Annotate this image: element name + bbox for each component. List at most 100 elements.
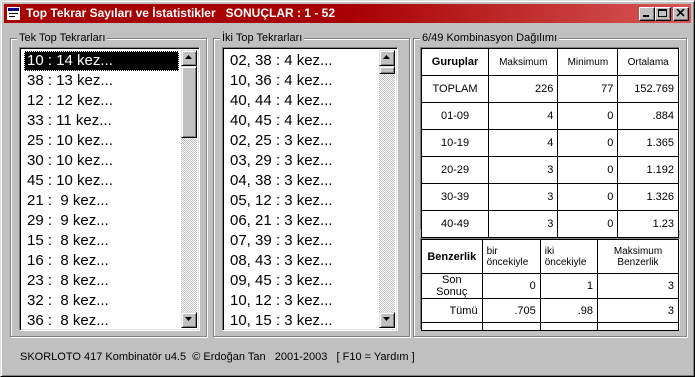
table-row: 40-49 3 0 1.23: [420, 210, 679, 238]
list-item[interactable]: 30 : 10 kez...: [24, 151, 179, 171]
list-item[interactable]: 10, 15 : 3 kez...: [227, 311, 377, 330]
table-row: 20-29 3 0 1.192: [420, 156, 679, 184]
list-item[interactable]: 21 : 9 kez...: [24, 191, 179, 211]
avg-value: 1.365: [617, 129, 679, 157]
double-scroll-up-button[interactable]: [379, 50, 395, 66]
arrow-down-icon: [383, 317, 390, 321]
list-item[interactable]: 25 : 10 kez...: [24, 131, 179, 151]
close-button[interactable]: [673, 7, 689, 21]
arrow-up-icon: [185, 55, 192, 59]
list-item[interactable]: 40, 44 : 4 kez...: [227, 91, 377, 111]
row-label: 10-19: [420, 129, 490, 157]
row-label: 20-29: [420, 156, 490, 184]
prev1-value: .705: [481, 298, 541, 323]
title-bar[interactable]: Top Tekrar Sayıları ve İstatistikler SON…: [4, 4, 691, 23]
distribution-label: 6/49 Kombinasyon Dağılımı: [420, 32, 560, 44]
min-value: 0: [557, 129, 619, 157]
distribution-header-max: Maksimum: [488, 48, 559, 76]
single-scroll-thumb[interactable]: [181, 66, 197, 138]
list-item[interactable]: 10, 36 : 4 kez...: [227, 71, 377, 91]
max-value: 3: [488, 183, 559, 211]
minimize-button[interactable]: [639, 7, 655, 21]
list-item[interactable]: 05, 12 : 3 kez...: [227, 191, 377, 211]
row-label: Tümü: [421, 298, 483, 323]
avg-value: 1.192: [617, 156, 679, 184]
minimize-icon: [643, 15, 649, 17]
similarity-header-label: Benzerlik: [421, 239, 483, 274]
main-window: Top Tekrar Sayıları ve İstatistikler SON…: [0, 0, 695, 377]
single-scrollbar[interactable]: [181, 50, 197, 328]
similarity-header-prev1: bir öncekiyle: [481, 239, 541, 274]
list-item[interactable]: 10 : 14 kez...: [24, 51, 179, 71]
list-item[interactable]: 03, 29 : 3 kez...: [227, 151, 377, 171]
window-title: Top Tekrar Sayıları ve İstatistikler SON…: [26, 6, 335, 20]
close-icon: [676, 9, 685, 17]
list-item[interactable]: 02, 25 : 3 kez...: [227, 131, 377, 151]
list-item[interactable]: 32 : 8 kez...: [24, 291, 179, 311]
min-value: 0: [557, 183, 619, 211]
table-row: TOPLAM 226 77 152.769: [420, 75, 679, 103]
max-value: 4: [488, 102, 559, 130]
maximize-icon: [658, 9, 667, 17]
list-item[interactable]: 12 : 12 kez...: [24, 91, 179, 111]
min-value: 0: [557, 156, 619, 184]
list-item[interactable]: 06, 21 : 3 kez...: [227, 211, 377, 231]
min-value: 0: [557, 210, 619, 238]
prev2-value: 1: [539, 273, 599, 299]
arrow-up-icon: [383, 55, 390, 59]
double-scroll-down-button[interactable]: [379, 312, 395, 328]
table-row-empty: [421, 322, 679, 331]
status-text: SKORLOTO 417 Kombinatör u4.5 © Erdoğan T…: [20, 351, 415, 363]
list-item[interactable]: 29 : 9 kez...: [24, 211, 179, 231]
single-scroll-up-button[interactable]: [181, 50, 197, 66]
max-value: 226: [488, 75, 559, 103]
table-row: 30-39 3 0 1.326: [420, 183, 679, 211]
maximize-button[interactable]: [655, 7, 671, 21]
double-repeats-list[interactable]: 02, 38 : 4 kez... 10, 36 : 4 kez... 40, 44…: [222, 47, 398, 331]
arrow-down-icon: [185, 317, 192, 321]
max-similarity-value: 3: [597, 298, 679, 323]
table-row: 10-19 4 0 1.365: [420, 129, 679, 157]
distribution-header-groups: Guruplar: [420, 48, 490, 76]
avg-value: 152.769: [617, 75, 679, 103]
distribution-table: Guruplar Maksimum Minimum Ortalama TOPLA…: [420, 48, 679, 247]
list-item[interactable]: 07, 39 : 3 kez...: [227, 231, 377, 251]
prev1-value: 0: [481, 273, 541, 299]
min-value: 77: [557, 75, 619, 103]
max-value: 4: [488, 129, 559, 157]
double-scroll-thumb[interactable]: [379, 66, 395, 74]
list-item[interactable]: 04, 38 : 3 kez...: [227, 171, 377, 191]
row-label: 30-39: [420, 183, 490, 211]
app-icon: [7, 7, 20, 20]
list-item[interactable]: 16 : 8 kez...: [24, 251, 179, 271]
table-row: 01-09 4 0 .884: [420, 102, 679, 130]
avg-value: .884: [617, 102, 679, 130]
similarity-header-prev2: iki öncekiyle: [539, 239, 599, 274]
distribution-header-avg: Ortalama: [617, 48, 679, 76]
single-scroll-down-button[interactable]: [181, 312, 197, 328]
list-item[interactable]: 10, 12 : 3 kez...: [227, 291, 377, 311]
list-item[interactable]: 15 : 8 kez...: [24, 231, 179, 251]
list-item[interactable]: 45 : 10 kez...: [24, 171, 179, 191]
row-label: 01-09: [420, 102, 490, 130]
max-value: 3: [488, 156, 559, 184]
list-item[interactable]: 40, 45 : 4 kez...: [227, 111, 377, 131]
list-item[interactable]: 33 : 11 kez...: [24, 111, 179, 131]
single-repeats-list[interactable]: 10 : 14 kez... 38 : 13 kez... 12 : 12 kez.…: [19, 47, 200, 331]
list-item[interactable]: 02, 38 : 4 kez...: [227, 51, 377, 71]
prev2-value: .98: [539, 298, 599, 323]
single-list-items: 10 : 14 kez... 38 : 13 kez... 12 : 12 kez.…: [24, 51, 179, 330]
list-item[interactable]: 09, 45 : 3 kez...: [227, 271, 377, 291]
double-scrollbar[interactable]: [379, 50, 395, 328]
list-item[interactable]: 08, 43 : 3 kez...: [227, 251, 377, 271]
similarity-header-max: Maksimum Benzerlik: [597, 239, 679, 274]
double-list-items: 02, 38 : 4 kez... 10, 36 : 4 kez... 40, 44…: [227, 51, 377, 330]
list-item[interactable]: 38 : 13 kez...: [24, 71, 179, 91]
list-item[interactable]: 23 : 8 kez...: [24, 271, 179, 291]
min-value: 0: [557, 102, 619, 130]
max-similarity-value: 3: [597, 273, 679, 299]
row-label: 40-49: [420, 210, 490, 238]
list-item[interactable]: 36 : 8 kez...: [24, 311, 179, 330]
table-row: Tümü .705 .98 3: [421, 298, 679, 323]
distribution-header-min: Minimum: [557, 48, 619, 76]
